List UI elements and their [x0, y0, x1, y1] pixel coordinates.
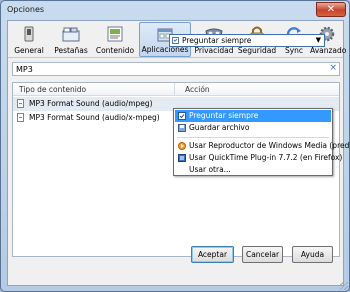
tab-pestanas-label: Pestañas — [54, 46, 88, 55]
switch-icon — [24, 26, 34, 42]
option-label: Preguntar siempre — [189, 111, 259, 120]
tab-general[interactable]: General — [10, 22, 48, 57]
window-title: Opciones — [7, 5, 45, 14]
action-select[interactable]: Preguntar siempre ▼ — [169, 34, 325, 47]
option-windows-media[interactable]: Usar Reproductor de Windows Media (pred.… — [175, 140, 350, 152]
option-label: Usar Reproductor de Windows Media (pred.… — [189, 141, 350, 150]
options-window: Opciones ✕ General Pestañas Contenido Ap… — [0, 0, 350, 292]
option-quicktime[interactable]: Usar QuickTime Plug-in 7.7.2 (en Firefox… — [175, 152, 342, 164]
tab-general-label: General — [14, 46, 44, 55]
action-dropdown: Preguntar siempre Guardar archivo Usar R… — [173, 108, 350, 176]
ask-icon — [172, 37, 179, 44]
audio-file-icon — [17, 113, 24, 122]
plugin-icon — [178, 154, 186, 162]
column-header-action[interactable]: Acción — [185, 85, 210, 94]
resize-grip-icon[interactable] — [340, 282, 348, 290]
action-select-value: Preguntar siempre — [182, 36, 252, 45]
option-label: Usar QuickTime Plug-in 7.7.2 (en Firefox… — [189, 153, 343, 162]
cancel-button[interactable]: Cancelar — [242, 246, 283, 263]
table-header: Tipo de contenido Acción — [13, 83, 339, 96]
content-type-cell: MP3 Format Sound (audio/x-mpeg) — [29, 113, 160, 122]
title-bar[interactable]: Opciones ✕ — [1, 1, 349, 19]
menu-divider — [177, 137, 329, 138]
option-usar-otra[interactable]: Usar otra... — [175, 164, 331, 176]
option-preguntar-siempre[interactable]: Preguntar siempre — [175, 110, 331, 122]
column-divider[interactable] — [174, 83, 175, 96]
tabs-icon — [62, 27, 80, 42]
help-button[interactable]: Ayuda — [292, 246, 333, 263]
close-button[interactable]: ✕ — [316, 2, 346, 17]
save-icon — [178, 124, 186, 132]
accept-button[interactable]: Aceptar — [191, 246, 234, 263]
search-value: MP3 — [16, 65, 33, 74]
audio-file-icon — [17, 99, 24, 108]
option-label: Usar otra... — [189, 165, 231, 174]
tab-seguridad-label: Seguridad — [237, 46, 277, 55]
tab-contenido[interactable]: Contenido — [94, 22, 136, 57]
content-icon — [107, 26, 123, 42]
clear-search-icon[interactable]: × — [329, 63, 337, 73]
tab-sync-label: Sync — [284, 46, 304, 55]
tab-privacidad-label: Privacidad — [194, 46, 234, 55]
tab-contenido-label: Contenido — [95, 46, 135, 55]
ask-icon — [178, 112, 186, 120]
search-input[interactable]: MP3 × — [12, 62, 340, 76]
content-type-cell: MP3 Format Sound (audio/mpeg) — [29, 99, 153, 108]
option-label: Guardar archivo — [189, 123, 250, 132]
tab-pestanas[interactable]: Pestañas — [51, 22, 91, 57]
windows-media-icon — [178, 142, 186, 150]
tab-avanzado-label: Avanzado — [310, 46, 347, 55]
column-header-type[interactable]: Tipo de contenido — [19, 85, 86, 94]
chevron-down-icon[interactable]: ▼ — [316, 36, 321, 44]
option-guardar-archivo[interactable]: Guardar archivo — [175, 122, 331, 134]
